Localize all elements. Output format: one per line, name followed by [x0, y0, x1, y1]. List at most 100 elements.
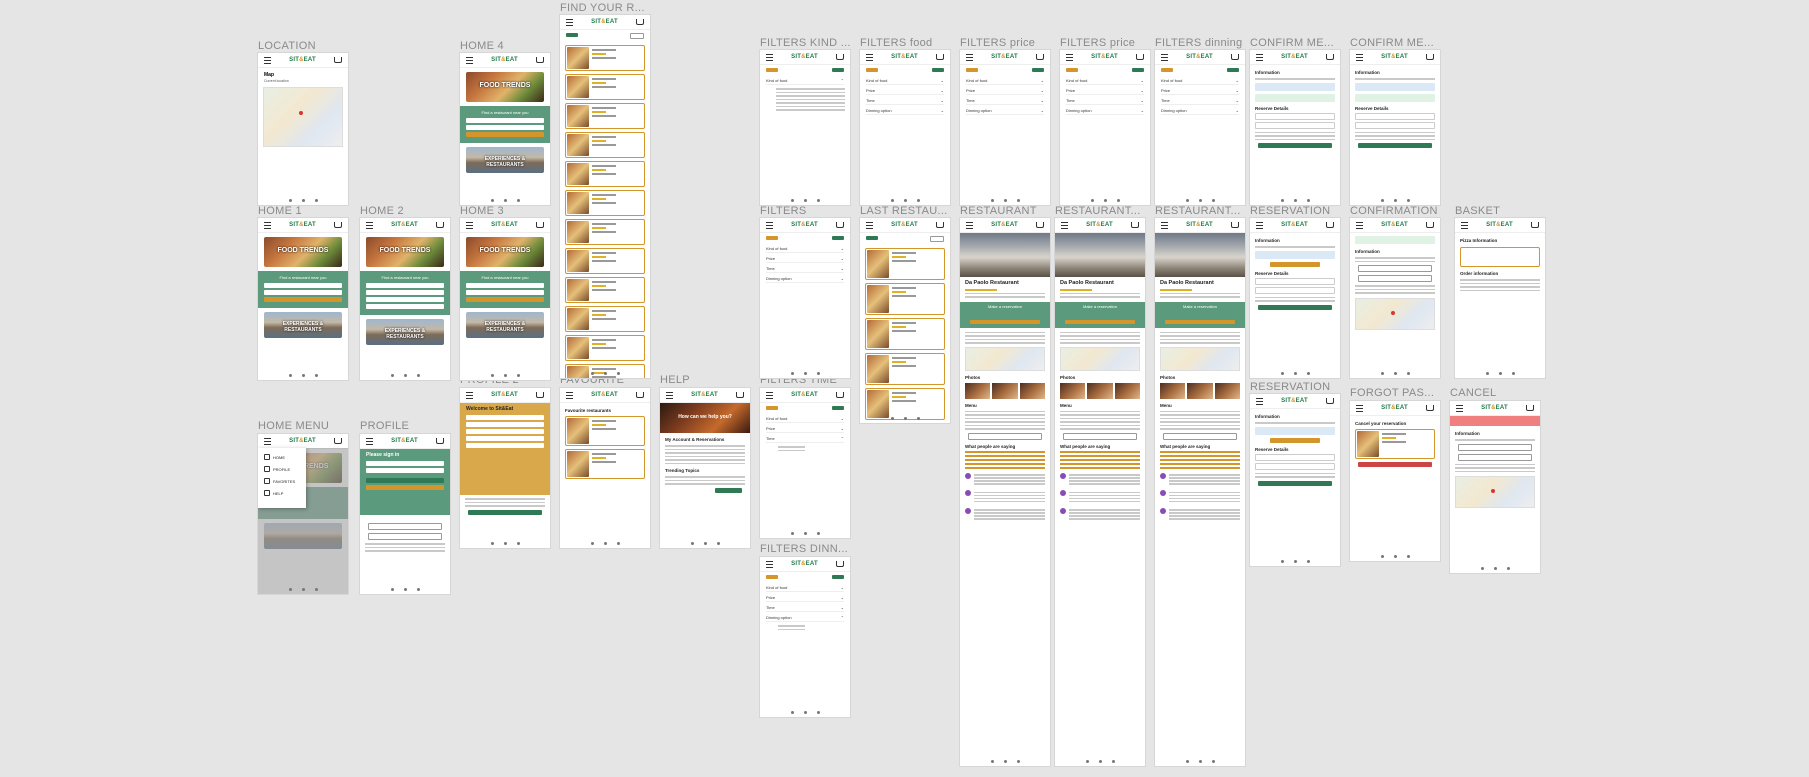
- location-input[interactable]: [466, 283, 544, 288]
- nav-dot[interactable]: [1511, 372, 1515, 375]
- nav-dot[interactable]: [616, 372, 620, 375]
- nav-dot[interactable]: [1493, 567, 1497, 570]
- filter-row-time[interactable]: Time ⌄: [966, 97, 1044, 105]
- restaurant-card[interactable]: [565, 103, 645, 129]
- restaurant-card[interactable]: [865, 388, 945, 420]
- restaurant-card[interactable]: [865, 248, 945, 280]
- app-logo[interactable]: SIT&EAT: [491, 222, 518, 228]
- menu-icon[interactable]: [966, 53, 973, 61]
- nav-dot[interactable]: [490, 199, 494, 202]
- nav-dot[interactable]: [516, 199, 520, 202]
- nav-dot[interactable]: [603, 372, 607, 375]
- restaurant-card[interactable]: [565, 306, 645, 332]
- nav-dot[interactable]: [703, 542, 707, 545]
- cart-icon[interactable]: [835, 392, 844, 398]
- restaurant-card[interactable]: [565, 248, 645, 274]
- nav-dot[interactable]: [890, 199, 894, 202]
- complete-reserve-button[interactable]: [1258, 480, 1332, 486]
- restaurant-card[interactable]: [565, 132, 645, 158]
- menu-icon[interactable]: [766, 53, 773, 61]
- nav-dot[interactable]: [1211, 760, 1215, 763]
- account-questions[interactable]: [665, 445, 745, 464]
- nav-dot[interactable]: [803, 372, 807, 375]
- complete-reserve-button[interactable]: [1358, 143, 1432, 148]
- menu-icon[interactable]: [264, 437, 271, 445]
- menu-item-profile[interactable]: PROFILE: [264, 466, 306, 472]
- menu-icon[interactable]: [1456, 404, 1463, 412]
- nav-dot[interactable]: [790, 372, 794, 375]
- location-input[interactable]: [264, 283, 342, 288]
- see-full-menu-button[interactable]: [968, 432, 1042, 440]
- app-logo[interactable]: SIT&EAT: [1091, 54, 1118, 60]
- nav-dot[interactable]: [790, 711, 794, 714]
- cart-icon[interactable]: [1230, 222, 1239, 228]
- app-logo[interactable]: SIT&EAT: [691, 392, 718, 398]
- app-logo[interactable]: SIT&EAT: [1186, 222, 1213, 228]
- filter-row-kind[interactable]: Kind of food ⌄: [766, 415, 844, 423]
- restaurant-card[interactable]: [865, 353, 945, 385]
- password-input[interactable]: [366, 468, 444, 473]
- app-logo[interactable]: SIT&EAT: [791, 54, 818, 60]
- filter-row-dinning[interactable]: Dinning option ⌄: [966, 107, 1044, 115]
- app-logo[interactable]: SIT&EAT: [289, 438, 316, 444]
- filter-row-price[interactable]: Price ⌄: [766, 594, 844, 602]
- nav-dot[interactable]: [803, 711, 807, 714]
- app-logo[interactable]: SIT&EAT: [791, 561, 818, 567]
- date-input[interactable]: [466, 290, 544, 295]
- menu-icon[interactable]: [766, 391, 773, 399]
- menu-icon[interactable]: [566, 391, 573, 399]
- email-input[interactable]: [1255, 286, 1335, 294]
- cart-icon[interactable]: [935, 54, 944, 60]
- nav-dot[interactable]: [490, 542, 494, 545]
- close-icon[interactable]: [333, 438, 342, 444]
- nav-dot[interactable]: [803, 199, 807, 202]
- filter-row-price[interactable]: Price ⌄: [1066, 87, 1144, 95]
- app-logo[interactable]: SIT&EAT: [891, 222, 918, 228]
- apply-button[interactable]: [832, 68, 844, 72]
- nav-dot[interactable]: [1406, 199, 1410, 202]
- see-full-menu-button[interactable]: [1163, 432, 1237, 440]
- nav-dot[interactable]: [1016, 760, 1020, 763]
- time-options[interactable]: [778, 446, 845, 451]
- restaurant-card[interactable]: [865, 283, 945, 315]
- nav-dot[interactable]: [301, 199, 305, 202]
- cart-icon[interactable]: [535, 392, 544, 398]
- location-input[interactable]: [466, 118, 544, 123]
- app-logo[interactable]: SIT&EAT: [791, 392, 818, 398]
- dinning-options[interactable]: [778, 625, 845, 630]
- reserve-button[interactable]: [1165, 319, 1235, 324]
- nav-dot[interactable]: [690, 542, 694, 545]
- reset-button[interactable]: [966, 68, 978, 72]
- menu-icon[interactable]: [264, 221, 271, 229]
- filter-row-kind[interactable]: Kind of food ⌄: [1066, 77, 1144, 85]
- order-button[interactable]: [1270, 437, 1320, 443]
- filter-row-price[interactable]: Price ⌄: [966, 87, 1044, 95]
- cart-icon[interactable]: [1525, 405, 1534, 411]
- menu-icon[interactable]: [1161, 53, 1168, 61]
- nav-dot[interactable]: [1211, 199, 1215, 202]
- nav-dot[interactable]: [1293, 372, 1297, 375]
- app-logo[interactable]: SIT&EAT: [891, 54, 918, 60]
- nav-dot[interactable]: [503, 374, 507, 377]
- filters-button[interactable]: [866, 236, 878, 240]
- food-trends-banner[interactable]: FOOD TRENDS: [366, 237, 444, 267]
- filter-row-price[interactable]: Price ⌄: [866, 87, 944, 95]
- filter-row-kind[interactable]: Kind of food ⌄: [766, 584, 844, 592]
- cart-icon[interactable]: [835, 561, 844, 567]
- nav-dot[interactable]: [1406, 372, 1410, 375]
- menu-icon[interactable]: [466, 221, 473, 229]
- nav-dot[interactable]: [616, 542, 620, 545]
- app-logo[interactable]: SIT&EAT: [391, 222, 418, 228]
- experiences-banner[interactable]: EXPERIENCES & RESTAURANTS: [466, 312, 544, 338]
- filter-row-dinning[interactable]: Dinning option ⌃: [766, 614, 844, 622]
- filter-row-time[interactable]: Time ⌄: [866, 97, 944, 105]
- facebook-button[interactable]: [368, 523, 442, 530]
- apply-button[interactable]: [1227, 68, 1239, 72]
- phone-input[interactable]: [1355, 112, 1435, 120]
- nav-dot[interactable]: [314, 588, 318, 591]
- experiences-banner[interactable]: EXPERIENCES & RESTAURANTS: [366, 319, 444, 345]
- photo-gallery[interactable]: [1160, 382, 1240, 399]
- filter-row-price[interactable]: Price ⌄: [766, 425, 844, 433]
- restaurant-card[interactable]: [865, 318, 945, 350]
- nav-dot[interactable]: [416, 588, 420, 591]
